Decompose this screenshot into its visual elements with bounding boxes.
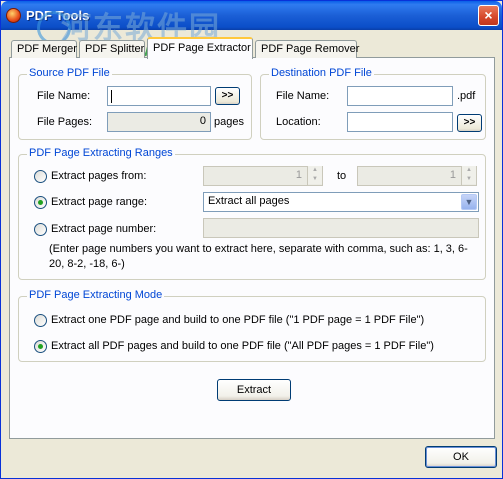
ranges-group-title: PDF Page Extracting Ranges bbox=[27, 147, 175, 159]
radio-page-range[interactable] bbox=[34, 196, 47, 209]
page-range-label: Extract page range: bbox=[51, 196, 148, 208]
mode-one-page-label: Extract one PDF page and build to one PD… bbox=[51, 314, 425, 326]
source-file-name-input[interactable] bbox=[107, 86, 211, 106]
dest-location-input[interactable] bbox=[347, 112, 453, 132]
chevron-down-icon[interactable]: ▼ bbox=[461, 194, 477, 210]
pages-from-label: Extract pages from: bbox=[51, 170, 147, 182]
pages-unit-label: pages bbox=[214, 116, 244, 128]
text-caret bbox=[111, 90, 112, 103]
source-browse-button[interactable]: >> bbox=[215, 87, 240, 105]
source-file-name-label: File Name: bbox=[37, 90, 91, 102]
pdf-tools-window: PDF Tools × 河东软件园 www.pc0359.cn Source P… bbox=[0, 0, 503, 479]
source-file-pages-field: 0 bbox=[107, 112, 211, 132]
tab-pdf-splitter[interactable]: PDF Splitter bbox=[79, 40, 145, 58]
spin-up-icon: ▲ bbox=[308, 166, 322, 175]
mode-group-title: PDF Page Extracting Mode bbox=[27, 289, 165, 301]
dest-browse-button[interactable]: >> bbox=[457, 114, 482, 132]
destination-pdf-group: Destination PDF File File Name: .pdf Loc… bbox=[260, 67, 486, 140]
source-pdf-group: Source PDF File File Name: >> File Pages… bbox=[18, 67, 252, 140]
ok-button[interactable]: OK bbox=[425, 446, 497, 468]
dest-file-name-label: File Name: bbox=[276, 90, 330, 102]
spin-up-icon: ▲ bbox=[462, 166, 476, 175]
extracting-ranges-group: PDF Page Extracting Ranges Extract pages… bbox=[18, 147, 486, 280]
spin-down-icon: ▼ bbox=[308, 175, 322, 184]
from-page-spinner: ▲ ▼ bbox=[307, 166, 322, 186]
dest-file-name-input[interactable] bbox=[347, 86, 453, 106]
radio-mode-one-page[interactable] bbox=[34, 314, 47, 327]
tab-pdf-page-remover[interactable]: PDF Page Remover bbox=[255, 40, 359, 58]
title-bar[interactable]: PDF Tools × bbox=[1, 1, 502, 30]
page-number-hint: (Enter page numbers you want to extract … bbox=[49, 243, 468, 270]
tab-panel-page-extractor: Source PDF File File Name: >> File Pages… bbox=[9, 57, 495, 439]
source-file-pages-label: File Pages: bbox=[37, 116, 93, 128]
to-page-spinner: ▲ ▼ bbox=[461, 166, 476, 186]
page-number-input bbox=[203, 218, 479, 238]
close-button[interactable]: × bbox=[478, 5, 499, 26]
extracting-mode-group: PDF Page Extracting Mode Extract one PDF… bbox=[18, 289, 486, 362]
pdf-extension-label: .pdf bbox=[457, 90, 476, 102]
page-range-selected-value: Extract all pages bbox=[208, 195, 290, 207]
tab-pdf-page-extractor[interactable]: PDF Page Extractor bbox=[147, 37, 253, 59]
page-range-select[interactable]: Extract all pages ▼ bbox=[203, 192, 479, 212]
dest-location-label: Location: bbox=[276, 116, 321, 128]
app-icon bbox=[6, 8, 21, 23]
to-page-field: 1 bbox=[357, 166, 477, 186]
mode-all-pages-label: Extract all PDF pages and build to one P… bbox=[51, 340, 434, 352]
extract-button[interactable]: Extract bbox=[217, 379, 291, 401]
window-title: PDF Tools bbox=[26, 8, 90, 23]
page-number-label: Extract page number: bbox=[51, 223, 157, 235]
radio-page-number[interactable] bbox=[34, 223, 47, 236]
radio-pages-from[interactable] bbox=[34, 170, 47, 183]
from-page-field: 1 bbox=[203, 166, 323, 186]
to-label: to bbox=[337, 170, 347, 182]
tab-pdf-merger[interactable]: PDF Merger bbox=[11, 40, 77, 58]
spin-down-icon: ▼ bbox=[462, 175, 476, 184]
destination-group-title: Destination PDF File bbox=[269, 67, 374, 79]
radio-mode-all-pages[interactable] bbox=[34, 340, 47, 353]
source-group-title: Source PDF File bbox=[27, 67, 112, 79]
